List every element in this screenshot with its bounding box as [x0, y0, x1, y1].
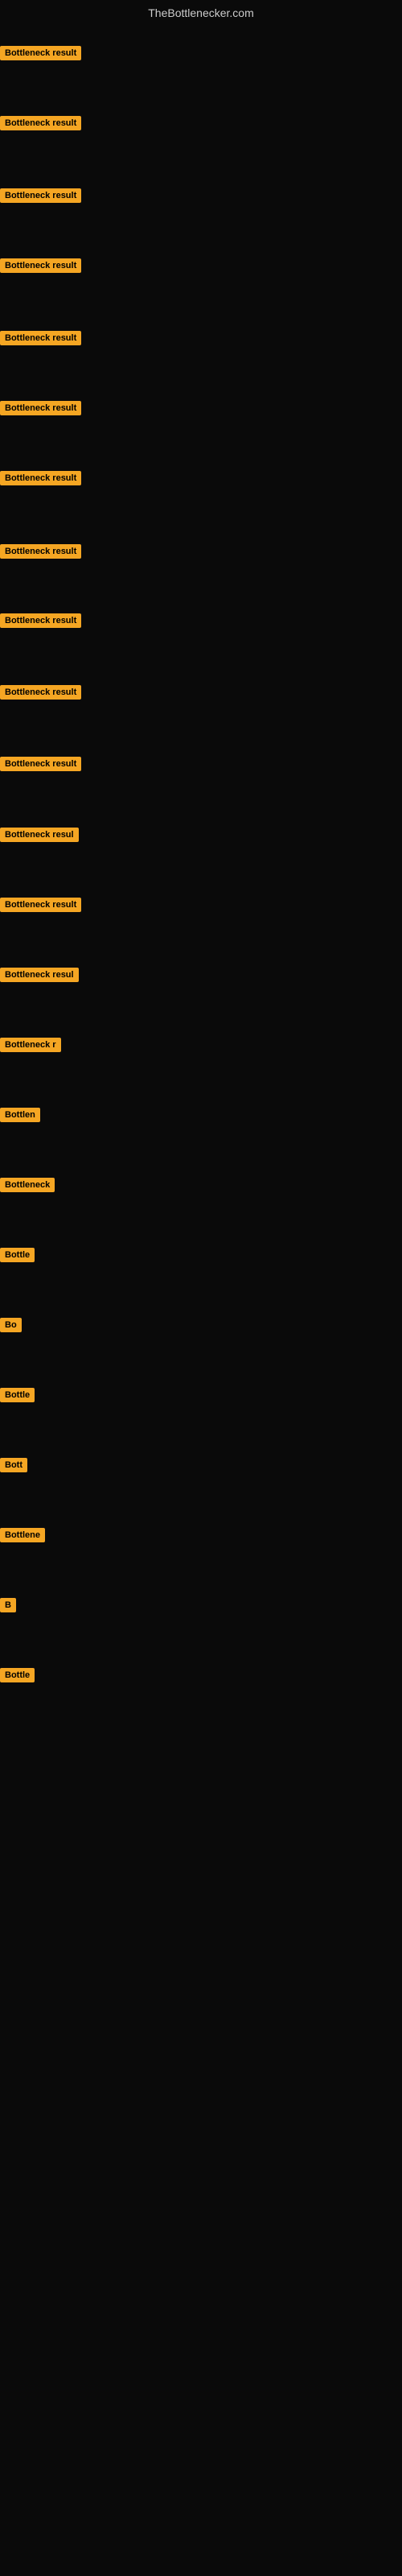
bottleneck-badge-23: B — [0, 1598, 16, 1612]
bottleneck-badge-1: Bottleneck result — [0, 46, 81, 60]
bottleneck-badge-3: Bottleneck result — [0, 188, 81, 203]
bottleneck-badge-20: Bottle — [0, 1388, 35, 1402]
bottleneck-badge-22: Bottlene — [0, 1528, 45, 1542]
bottleneck-badge-16: Bottlen — [0, 1108, 40, 1122]
bottleneck-badge-18: Bottle — [0, 1248, 35, 1262]
bottleneck-badge-5: Bottleneck result — [0, 331, 81, 345]
bottleneck-badge-2: Bottleneck result — [0, 116, 81, 130]
bottleneck-badge-15: Bottleneck r — [0, 1038, 61, 1052]
bottleneck-badge-10: Bottleneck result — [0, 685, 81, 700]
bottleneck-badge-12: Bottleneck resul — [0, 828, 79, 842]
bottleneck-badge-11: Bottleneck result — [0, 757, 81, 771]
bottleneck-badge-21: Bott — [0, 1458, 27, 1472]
bottleneck-badge-13: Bottleneck result — [0, 898, 81, 912]
bottleneck-badge-8: Bottleneck result — [0, 544, 81, 559]
bottleneck-badge-7: Bottleneck result — [0, 471, 81, 485]
bottleneck-badge-19: Bo — [0, 1318, 22, 1332]
bottleneck-badge-17: Bottleneck — [0, 1178, 55, 1192]
bottleneck-badge-14: Bottleneck resul — [0, 968, 79, 982]
bottleneck-badge-4: Bottleneck result — [0, 258, 81, 273]
bottleneck-badge-9: Bottleneck result — [0, 613, 81, 628]
bottleneck-badge-24: Bottle — [0, 1668, 35, 1682]
site-title: TheBottlenecker.com — [0, 0, 402, 26]
bottleneck-badge-6: Bottleneck result — [0, 401, 81, 415]
